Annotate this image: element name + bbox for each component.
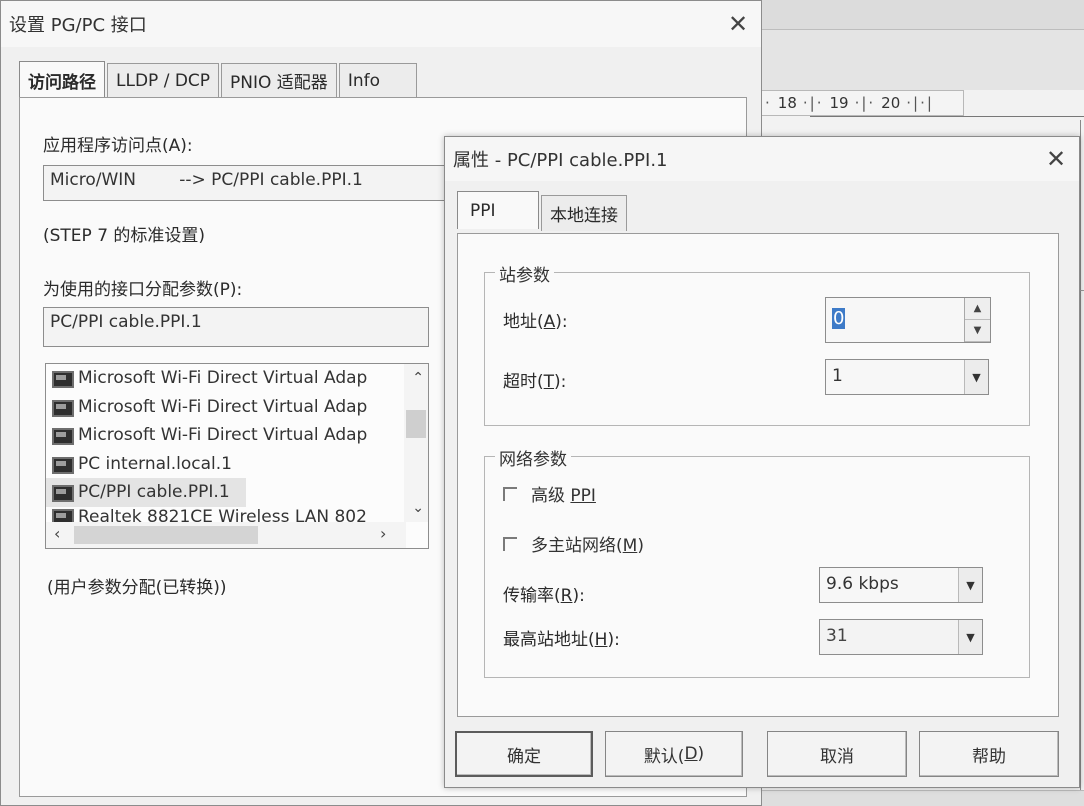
highest-address-label: 最高站地址(H): <box>503 630 620 650</box>
standard-setting-note: (STEP 7 的标准设置) <box>43 226 206 246</box>
list-item-label: Microsoft Wi-Fi Direct Virtual Adap <box>78 396 368 417</box>
scroll-up-icon[interactable]: ⌃ <box>412 370 424 386</box>
tab-info[interactable]: Info <box>338 63 417 97</box>
spinner-buttons: ▲ ▼ <box>964 298 990 342</box>
interface-list[interactable]: Microsoft Wi-Fi Direct Virtual Adap Micr… <box>45 363 429 549</box>
default-button[interactable]: 默认(D) <box>605 731 743 777</box>
multi-master-checkbox[interactable]: 多主站网络(M) <box>503 531 644 556</box>
background-toolbar <box>760 0 1084 30</box>
station-params-title: 站参数 <box>495 261 554 286</box>
main-dialog-titlebar[interactable]: 设置 PG/PC 接口 ✕ <box>1 1 761 47</box>
baud-rate-label: 传输率(R): <box>503 586 585 606</box>
background-status-bar <box>744 790 1084 806</box>
multi-master-label: 多主站网络(M) <box>531 536 644 556</box>
network-card-icon <box>50 398 74 417</box>
scroll-right-icon[interactable]: › <box>380 524 386 543</box>
list-item-label: Microsoft Wi-Fi Direct Virtual Adap <box>78 368 368 389</box>
scroll-left-icon[interactable]: ‹ <box>54 524 60 543</box>
ruler-tick: ·|·| <box>906 94 934 112</box>
address-spinner[interactable]: 0 ▲ ▼ <box>825 297 991 343</box>
interface-params-field[interactable]: PC/PPI cable.PPI.1 <box>43 307 429 347</box>
advanced-ppi-label: 高级 PPI <box>531 486 596 506</box>
scroll-down-icon[interactable]: ⌄ <box>412 500 424 516</box>
chevron-down-icon[interactable]: ▼ <box>958 620 982 654</box>
baud-rate-value: 9.6 kbps <box>826 574 899 594</box>
ruler-tick: ·|· <box>802 94 824 112</box>
background-grid-line <box>1080 120 1081 806</box>
list-item-label: PC internal.local.1 <box>78 453 232 474</box>
address-label: 地址(A): <box>503 312 568 332</box>
network-card-icon <box>50 483 74 503</box>
background-grid-line <box>810 116 1084 117</box>
interface-list-vertical-scrollbar[interactable]: ⌃ ⌄ <box>404 364 428 522</box>
app-access-point-label: 应用程序访问点(A): <box>43 136 193 156</box>
list-item-selected[interactable]: PC/PPI cable.PPI.1 <box>46 478 246 507</box>
list-item[interactable]: Microsoft Wi-Fi Direct Virtual Adap <box>46 421 428 450</box>
ppi-panel: 站参数 地址(A): 0 ▲ ▼ 超时(T): 1 ▼ 网络参数 高级 PPI <box>457 233 1059 717</box>
checkbox-icon[interactable] <box>503 486 517 501</box>
tab-ppi[interactable]: PPI <box>457 191 539 229</box>
timeout-label: 超时(T): <box>503 372 567 392</box>
highest-address-value: 31 <box>826 626 848 646</box>
list-item-label: Microsoft Wi-Fi Direct Virtual Adap <box>78 425 368 446</box>
list-item-label: PC/PPI cable.PPI.1 <box>78 482 230 503</box>
ruler-label-18: 18 <box>777 94 797 112</box>
properties-dialog: 属性 - PC/PPI cable.PPI.1 ✕ PPI 本地连接 站参数 地… <box>444 136 1080 788</box>
network-card-icon <box>50 455 74 474</box>
interface-list-horizontal-scrollbar[interactable]: ‹ › <box>46 522 406 548</box>
properties-dialog-tabs: PPI 本地连接 <box>457 191 629 233</box>
checkbox-icon[interactable] <box>503 536 517 551</box>
help-button[interactable]: 帮助 <box>919 731 1059 777</box>
ruler-tick: ·|· <box>854 94 876 112</box>
network-params-group: 网络参数 高级 PPI 多主站网络(M) 传输率(R): 9.6 kbps ▼ … <box>484 445 1030 678</box>
app-access-point-select[interactable]: Micro/WIN --> PC/PPI cable.PPI.1 <box>43 165 463 201</box>
properties-dialog-close-icon[interactable]: ✕ <box>1033 139 1079 179</box>
main-dialog-tabs: 访问路径 LLDP / DCP PNIO 适配器 Info <box>19 61 419 99</box>
tab-lldp-dcp[interactable]: LLDP / DCP <box>107 63 220 97</box>
properties-dialog-title: 属性 - PC/PPI cable.PPI.1 <box>453 150 668 171</box>
background-toolbar-strip <box>760 30 1084 90</box>
interface-params-label: 为使用的接口分配参数(P): <box>43 280 243 300</box>
ruler-tick: · <box>765 94 772 112</box>
main-dialog-close-icon[interactable]: ✕ <box>715 4 761 44</box>
network-card-icon <box>50 426 74 446</box>
tab-local-connection[interactable]: 本地连接 <box>541 195 627 231</box>
ok-button[interactable]: 确定 <box>455 731 593 777</box>
timeout-select[interactable]: 1 ▼ <box>825 359 989 395</box>
properties-dialog-titlebar[interactable]: 属性 - PC/PPI cable.PPI.1 ✕ <box>445 137 1079 181</box>
spin-down-icon[interactable]: ▼ <box>965 320 990 342</box>
list-item[interactable]: PC internal.local.1 <box>46 450 428 479</box>
chevron-down-icon[interactable]: ▼ <box>958 568 982 602</box>
tab-pnio-adapter[interactable]: PNIO 适配器 <box>221 63 337 97</box>
list-item[interactable]: Microsoft Wi-Fi Direct Virtual Adap <box>46 393 428 422</box>
timeout-value: 1 <box>832 366 843 386</box>
main-dialog-title: 设置 PG/PC 接口 <box>9 15 147 36</box>
ruler-label-20: 20 <box>881 94 901 112</box>
ruler-label-19: 19 <box>829 94 849 112</box>
list-item[interactable]: Microsoft Wi-Fi Direct Virtual Adap <box>46 364 428 393</box>
network-params-title: 网络参数 <box>495 445 571 470</box>
scrollbar-thumb[interactable] <box>406 410 426 438</box>
network-card-icon <box>50 369 74 389</box>
tab-access-path[interactable]: 访问路径 <box>19 61 105 99</box>
advanced-ppi-checkbox[interactable]: 高级 PPI <box>503 481 596 506</box>
background-ruler: · 18 ·|· 19 ·|· 20 ·|·| <box>760 90 964 116</box>
station-params-group: 站参数 地址(A): 0 ▲ ▼ 超时(T): 1 ▼ <box>484 261 1030 426</box>
baud-rate-select[interactable]: 9.6 kbps ▼ <box>819 567 983 603</box>
chevron-down-icon[interactable]: ▼ <box>964 360 988 394</box>
user-param-note: (用户参数分配(已转换)) <box>47 578 227 598</box>
address-value: 0 <box>832 308 846 329</box>
scrollbar-thumb[interactable] <box>74 526 258 544</box>
cancel-button[interactable]: 取消 <box>767 731 907 777</box>
highest-address-select[interactable]: 31 ▼ <box>819 619 983 655</box>
spin-up-icon[interactable]: ▲ <box>965 298 990 320</box>
